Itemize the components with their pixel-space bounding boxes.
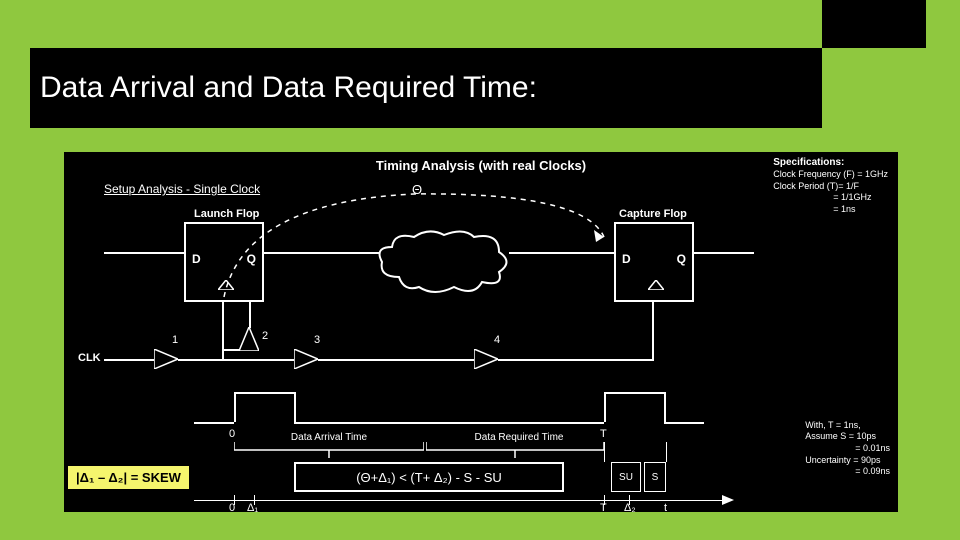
spec-line: = 1/1GHz: [773, 192, 888, 204]
spec-line: Clock Period (T)= 1/F: [773, 181, 888, 193]
su-box: SU: [611, 462, 641, 492]
wire: [694, 252, 754, 254]
required-label: Data Required Time: [454, 432, 584, 443]
clock-triangle-icon: [648, 280, 664, 290]
axis-arrow-icon: [722, 495, 734, 505]
clk-label: CLK: [78, 352, 101, 364]
spec2-line: = 0.01ns: [805, 443, 890, 455]
wire: [249, 302, 251, 328]
wire: [104, 359, 154, 361]
buffer-2-num: 2: [262, 330, 268, 342]
waveform: [194, 422, 234, 424]
tick: [254, 495, 255, 505]
waveform: [234, 392, 236, 422]
wire: [652, 302, 654, 361]
formula-text: (Θ+Δ₁) < (T+ Δ₂) - S - SU: [356, 470, 502, 485]
flop-d-label: D: [622, 252, 631, 266]
diagram-main-title: Timing Analysis (with real Clocks): [376, 158, 586, 173]
spec2-line: With, T = 1ns,: [805, 420, 890, 432]
waveform: [294, 422, 604, 424]
capture-flop-label: Capture Flop: [619, 208, 687, 220]
buffer-4: [474, 349, 498, 369]
waveform: [604, 392, 606, 422]
axis-t: t: [664, 502, 667, 514]
wire: [222, 302, 224, 304]
waveform: [234, 392, 294, 394]
buffer-3: [294, 349, 318, 369]
slide-title: Data Arrival and Data Required Time:: [40, 71, 537, 105]
formula-box: (Θ+Δ₁) < (T+ Δ₂) - S - SU: [294, 462, 564, 492]
wire: [178, 359, 222, 361]
tick: [604, 495, 605, 505]
buffer-4-num: 4: [494, 334, 500, 346]
spec-head: Specifications:: [773, 156, 888, 169]
timing-diagram: Timing Analysis (with real Clocks) Setup…: [64, 152, 898, 512]
specifications-block: Specifications: Clock Frequency (F) = 1G…: [773, 156, 888, 216]
buffer-1-num: 1: [172, 334, 178, 346]
waveform: [664, 392, 666, 422]
wire: [498, 359, 652, 361]
theta-dashed-path: [184, 182, 614, 302]
skew-box: |Δ₁ – Δ₂| = SKEW: [68, 466, 189, 489]
waveform: [294, 392, 296, 422]
axis-0: 0: [229, 428, 235, 440]
axis-T: T: [600, 428, 607, 440]
arrival-bracket: [234, 442, 424, 458]
tick: [234, 495, 235, 505]
spec2-line: = 0.09ns: [805, 466, 890, 478]
s-box: S: [644, 462, 666, 492]
buffer-3-num: 3: [314, 334, 320, 346]
waveform: [664, 422, 704, 424]
waveform: [604, 392, 664, 394]
spec2-line: Uncertainty = 90ps: [805, 455, 890, 467]
top-right-dark-block: [822, 0, 926, 48]
wire: [222, 349, 240, 351]
time-axis: [194, 500, 724, 501]
buffer-2: [239, 327, 259, 351]
spec2-line: Assume S = 10ps: [805, 431, 890, 443]
tick: [604, 442, 605, 462]
capture-flop: D Q: [614, 222, 694, 302]
arrival-label: Data Arrival Time: [269, 432, 389, 443]
flop-q-label: Q: [677, 252, 686, 266]
specifications-block-2: With, T = 1ns, Assume S = 10ps = 0.01ns …: [805, 420, 890, 478]
tick: [629, 495, 630, 505]
wire: [318, 359, 474, 361]
buffer-1: [154, 349, 178, 369]
wire: [104, 252, 184, 254]
slide-header: Data Arrival and Data Required Time:: [30, 48, 822, 128]
spec-line: = 1ns: [773, 204, 888, 216]
wire: [222, 359, 294, 361]
axis-d1: Δ₁: [247, 502, 258, 514]
tick: [666, 442, 667, 462]
spec-line: Clock Frequency (F) = 1GHz: [773, 169, 888, 181]
required-bracket: [426, 442, 604, 458]
